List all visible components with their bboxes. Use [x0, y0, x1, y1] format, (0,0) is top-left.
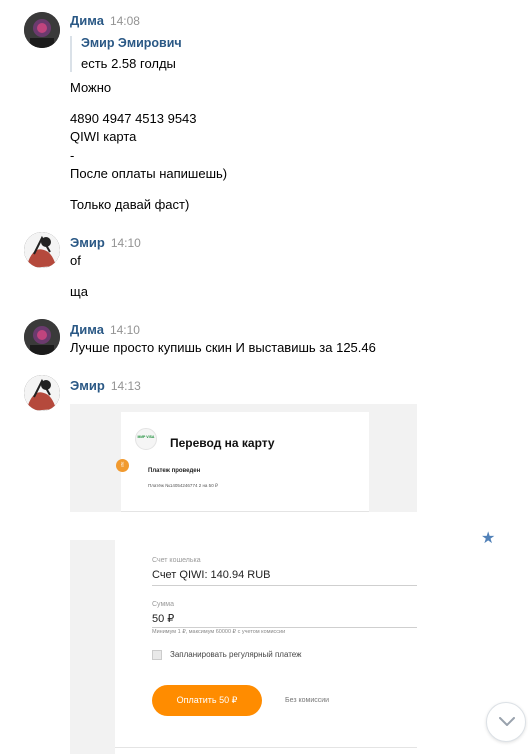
author-name[interactable]: Эмир 14:13: [70, 378, 141, 393]
scroll-down-button[interactable]: [486, 702, 526, 742]
message-time[interactable]: 14:13: [111, 379, 141, 393]
message-text: После оплаты напишешь): [70, 166, 228, 181]
star-icon[interactable]: ★: [481, 531, 495, 547]
field-underline: [152, 585, 417, 586]
wallet-label: Счет кошелька: [152, 557, 201, 564]
attached-image-payment[interactable]: Счет кошелька Счет QIWI: 140.94 RUB Сумм…: [70, 540, 417, 754]
message-text: QIWI карта: [70, 129, 137, 144]
wallet-value: Счет QIWI: 140.94 RUB: [152, 569, 271, 581]
message-text: Только давай фаст): [70, 197, 190, 212]
transfer-title: Перевод на карту: [170, 436, 275, 450]
thumb-icon: ✌: [116, 459, 129, 472]
amount-label: Сумма: [152, 601, 174, 608]
pay-button: Оплатить 50 ₽: [152, 685, 262, 716]
message-time[interactable]: 14:08: [110, 14, 140, 28]
attached-image-transfer[interactable]: МИР VISA Перевод на карту Платеж проведе…: [70, 404, 417, 512]
payment-status: Платеж проведен: [148, 468, 201, 474]
divider: [115, 747, 417, 748]
avatar[interactable]: [24, 375, 60, 411]
forwarded-message[interactable]: Эмир Эмирович есть 2.58 голды: [70, 36, 182, 72]
message-text: Можно: [70, 80, 112, 95]
schedule-label: Запланировать регулярный платеж: [170, 650, 302, 659]
payment-detail: Платёж №14054246774 2 на 50 ₽: [148, 483, 218, 488]
message-text: -: [70, 148, 75, 163]
field-underline: [152, 627, 417, 628]
message-text: ща: [70, 284, 88, 299]
avatar[interactable]: [24, 232, 60, 268]
message-text: 4890 4947 4513 9543: [70, 111, 197, 126]
amount-hint: Минимум 1 ₽, максимум 60000 ₽ с учетом к…: [152, 629, 286, 635]
author-name[interactable]: Дима 14:08: [70, 13, 140, 28]
author-name[interactable]: Дима 14:10: [70, 322, 140, 337]
message-text: Лучше просто купишь скин И выставишь за …: [70, 340, 376, 355]
card-badge: МИР VISA: [135, 428, 157, 450]
payment-form: Счет кошелька Счет QIWI: 140.94 RUB Сумм…: [115, 540, 417, 754]
transfer-card: МИР VISA Перевод на карту Платеж проведе…: [121, 412, 369, 512]
message-time[interactable]: 14:10: [110, 323, 140, 337]
no-fee-label: Без комиссии: [285, 697, 330, 704]
forwarded-text: есть 2.58 голды: [81, 56, 176, 71]
avatar[interactable]: [24, 319, 60, 355]
avatar[interactable]: [24, 12, 60, 48]
message-time[interactable]: 14:10: [111, 236, 141, 250]
divider: [121, 511, 369, 512]
forwarded-author[interactable]: Эмир Эмирович: [81, 36, 182, 50]
chevron-down-icon: [499, 717, 515, 726]
schedule-checkbox: [152, 650, 162, 660]
message-text: of: [70, 253, 81, 268]
author-name[interactable]: Эмир 14:10: [70, 235, 141, 250]
amount-value: 50 ₽: [152, 613, 175, 625]
